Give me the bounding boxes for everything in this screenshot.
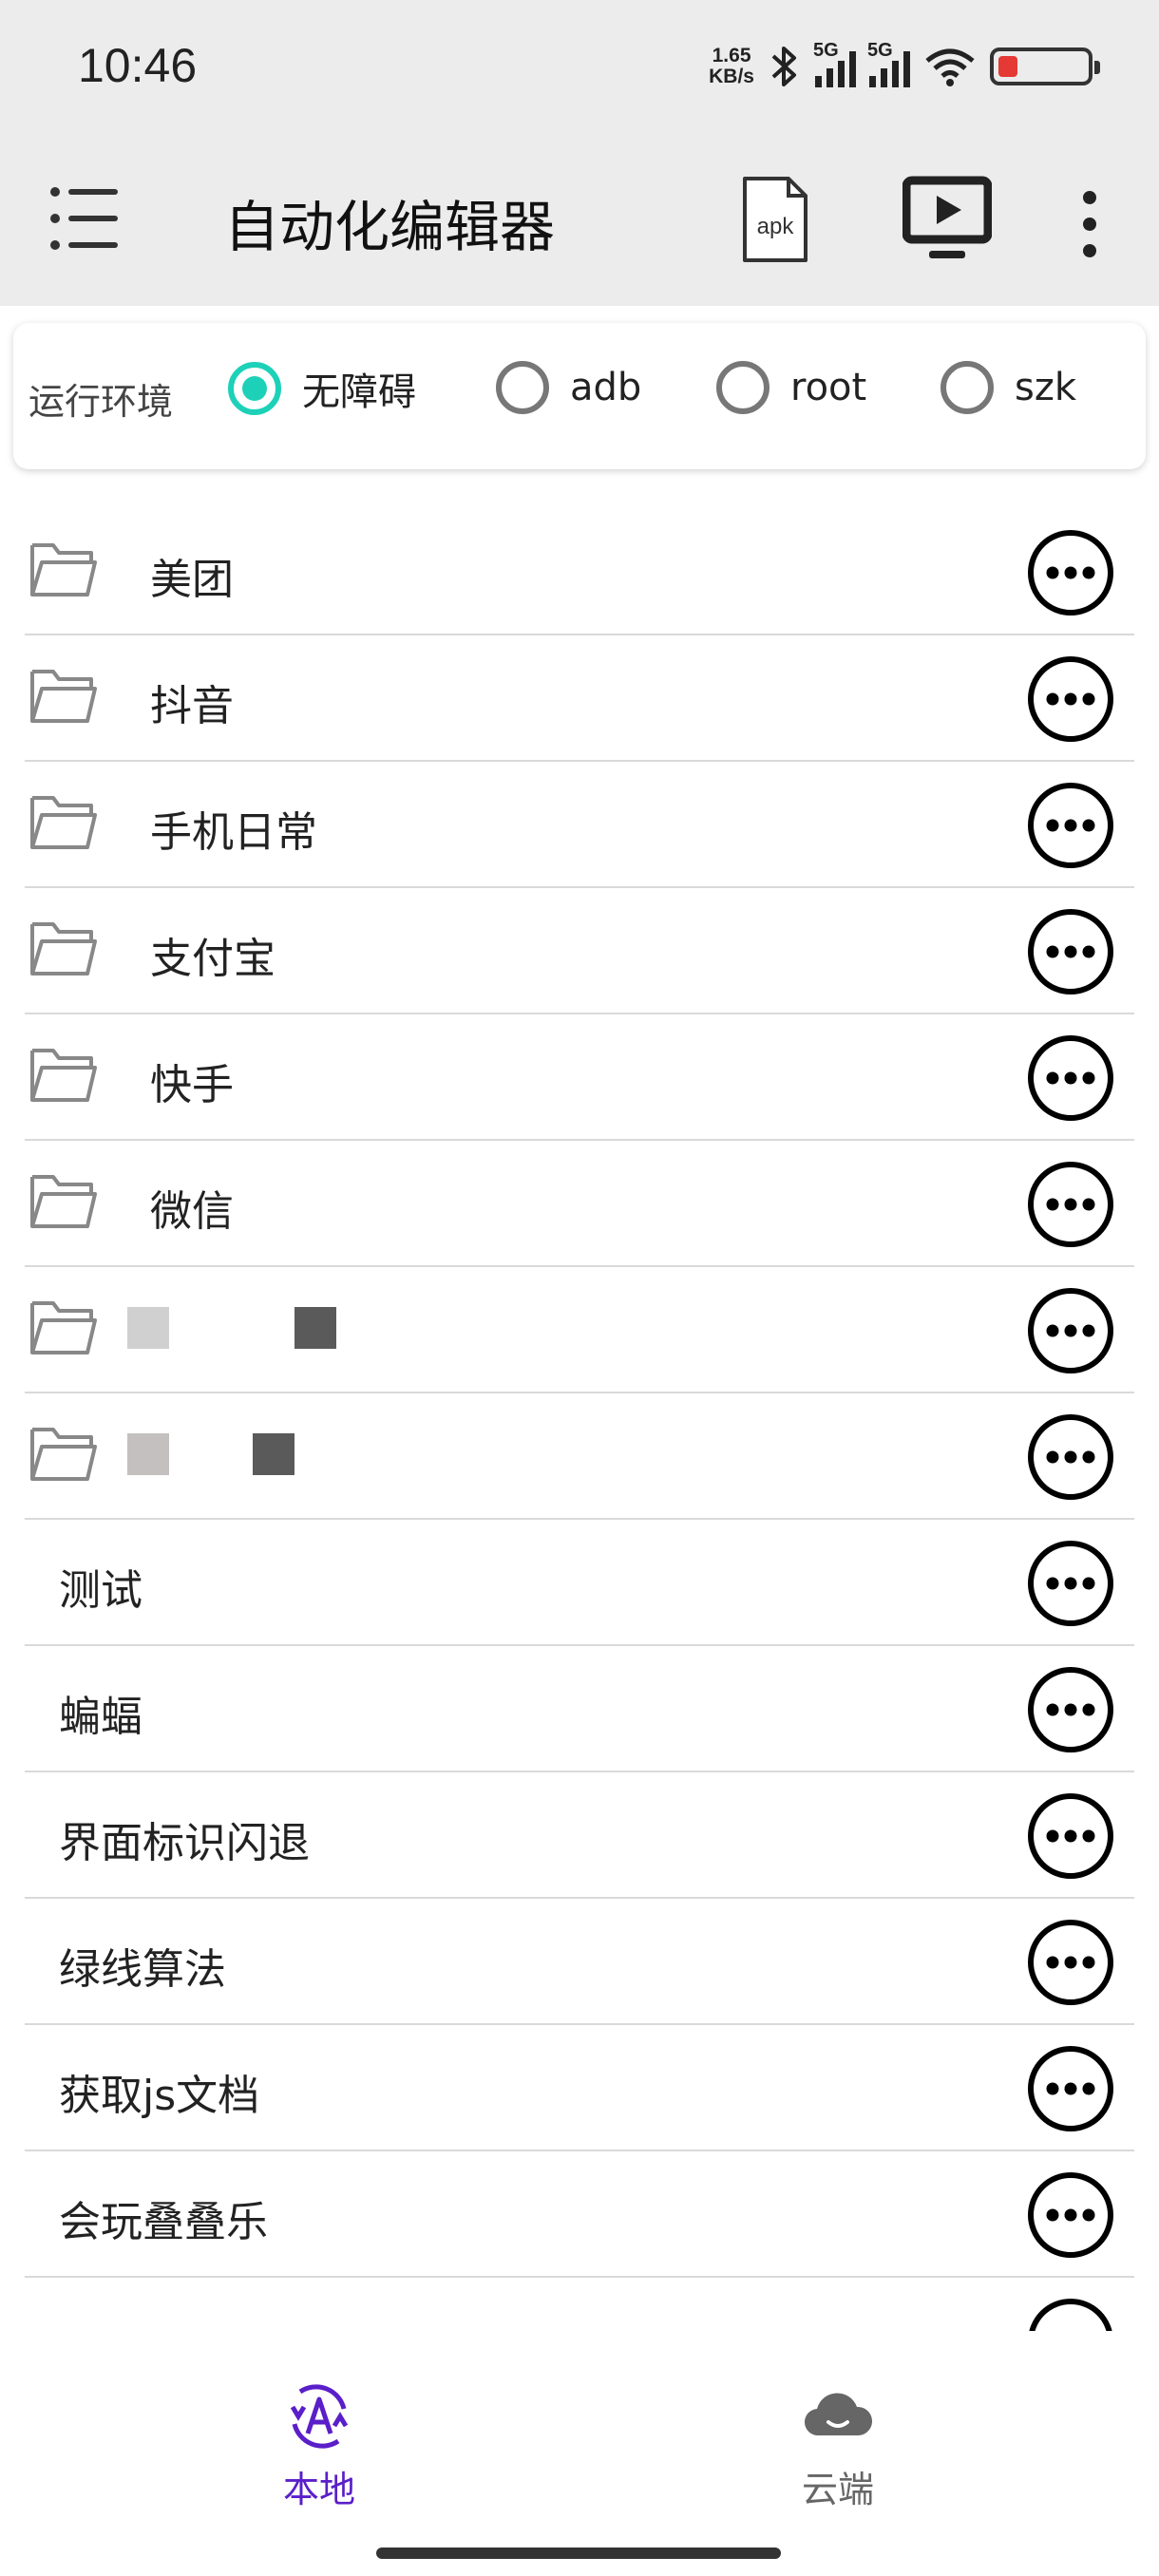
more-options-icon[interactable] — [1026, 1539, 1115, 1628]
more-options-icon[interactable] — [1026, 1286, 1115, 1375]
status-icons: 1.65 KB/s 5G 5G — [709, 36, 1100, 97]
list-item-folder[interactable]: 支付宝 — [25, 888, 1134, 1014]
apk-file-icon[interactable]: apk — [741, 175, 809, 264]
radio-root[interactable]: root — [716, 361, 866, 414]
more-options-icon[interactable] — [1026, 1791, 1115, 1881]
nav-local[interactable]: 本地 — [224, 2382, 414, 2512]
status-bar: 10:46 1.65 KB/s 5G 5G — [0, 0, 1159, 133]
folder-icon — [30, 1049, 97, 1102]
folder-icon — [30, 1175, 97, 1228]
list-item-folder[interactable]: 美团 — [25, 509, 1134, 635]
folder-icon — [30, 922, 97, 975]
signal-sim1-icon: 5G — [813, 40, 856, 87]
folder-icon — [30, 543, 97, 597]
radio-unchecked-icon — [716, 361, 770, 414]
more-options-icon[interactable] — [1026, 1412, 1115, 1502]
radio-checked-icon — [228, 362, 281, 415]
more-options-icon[interactable] — [1026, 907, 1115, 996]
list-item-folder-redacted[interactable] — [25, 1267, 1134, 1393]
folder-icon — [30, 670, 97, 723]
list-item-file-partial[interactable] — [25, 2278, 1134, 2331]
radio-accessibility[interactable]: 无障碍 — [228, 361, 416, 416]
more-options-icon[interactable] — [1026, 2170, 1115, 2260]
list-item-file[interactable]: 蝙蝠 — [25, 1646, 1134, 1772]
script-list: 美团 抖音 手机日常 支付宝 快手 微信 测试 蝙蝠 界面标识闪退 绿线算法 获… — [25, 509, 1134, 2331]
more-options-icon[interactable] — [1026, 1918, 1115, 2007]
list-item-file[interactable]: 绿线算法 — [25, 1899, 1134, 2025]
bluetooth-icon — [771, 47, 796, 86]
network-speed: 1.65 KB/s — [709, 45, 754, 87]
list-item-folder[interactable]: 微信 — [25, 1141, 1134, 1267]
more-options-icon[interactable] — [1026, 1665, 1115, 1754]
radio-unchecked-icon — [496, 361, 549, 414]
radio-unchecked-icon — [940, 361, 994, 414]
menu-list-icon[interactable] — [48, 180, 124, 256]
battery-icon — [990, 47, 1100, 85]
radio-szk[interactable]: szk — [940, 361, 1076, 414]
more-options-icon[interactable] — [1026, 528, 1115, 617]
list-item-file[interactable]: 界面标识闪退 — [25, 1772, 1134, 1899]
radio-adb[interactable]: adb — [496, 361, 641, 414]
list-item-file[interactable]: 会玩叠叠乐 — [25, 2151, 1134, 2278]
list-item-folder[interactable]: 抖音 — [25, 635, 1134, 762]
list-item-folder[interactable]: 快手 — [25, 1014, 1134, 1141]
wifi-icon — [925, 48, 975, 86]
list-item-file[interactable]: 测试 — [25, 1520, 1134, 1646]
signal-sim2-icon: 5G — [867, 40, 910, 87]
bottom-nav: 本地 云端 — [0, 2354, 1159, 2576]
folder-icon — [30, 1301, 97, 1354]
run-env-card: 运行环境 无障碍 adb root szk — [13, 323, 1146, 469]
apk-text: apk — [757, 214, 795, 239]
more-vert-icon[interactable] — [1068, 186, 1112, 262]
folder-icon — [30, 796, 97, 849]
screen-play-icon[interactable] — [902, 175, 992, 264]
status-time: 10:46 — [78, 39, 198, 92]
list-item-folder[interactable]: 手机日常 — [25, 762, 1134, 888]
run-env-label: 运行环境 — [28, 381, 174, 423]
more-options-icon[interactable] — [1026, 1160, 1115, 1249]
home-indicator[interactable] — [376, 2548, 781, 2559]
nav-cloud[interactable]: 云端 — [743, 2382, 933, 2512]
more-options-icon[interactable] — [1026, 2044, 1115, 2133]
list-item-folder-redacted[interactable] — [25, 1393, 1134, 1520]
local-a-icon — [290, 2384, 349, 2449]
more-options-icon[interactable] — [1026, 1033, 1115, 1123]
app-title: 自动化编辑器 — [224, 195, 556, 259]
app-bar: 自动化编辑器 apk — [0, 133, 1159, 306]
cloud-icon — [804, 2393, 873, 2436]
more-options-icon[interactable] — [1026, 781, 1115, 870]
list-item-file[interactable]: 获取js文档 — [25, 2025, 1134, 2151]
folder-icon — [30, 1428, 97, 1481]
more-options-icon[interactable] — [1026, 654, 1115, 744]
more-options-icon[interactable] — [1026, 2297, 1115, 2331]
